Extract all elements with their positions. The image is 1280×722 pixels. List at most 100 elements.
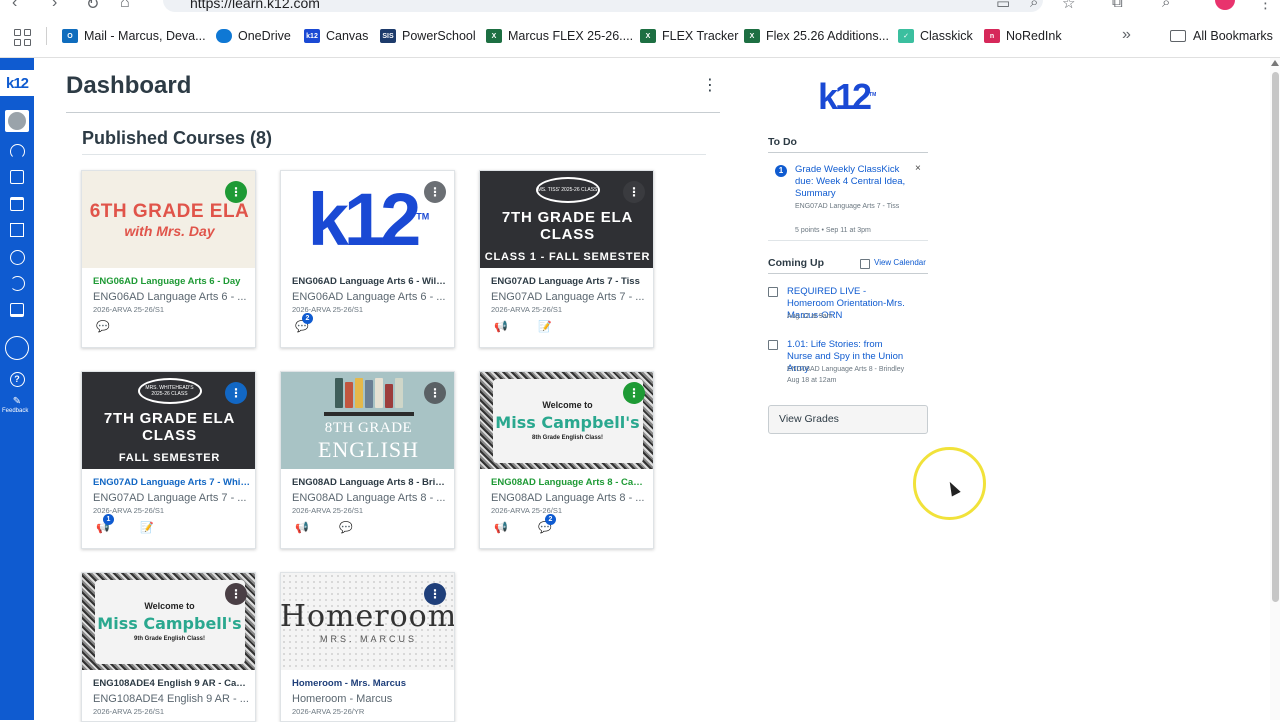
back-icon[interactable]: ‹ bbox=[12, 0, 17, 12]
scroll-up-arrow-icon[interactable] bbox=[1271, 60, 1279, 66]
card-menu-icon[interactable]: ⋮ bbox=[424, 583, 446, 605]
announcement-icon[interactable]: 📢 bbox=[295, 522, 309, 534]
card-menu-icon[interactable]: ⋮ bbox=[424, 181, 446, 203]
course-card-term: 2026-ARVA 25-26/S1 bbox=[93, 506, 165, 515]
view-calendar-link[interactable]: View Calendar bbox=[874, 258, 926, 267]
bookmark-noredink[interactable]: n NoRedInk bbox=[984, 27, 1062, 45]
url-text[interactable]: https://learn.k12.com bbox=[190, 0, 320, 11]
course-card[interactable]: MS. TISS' 2025-26 CLASS 7TH GRADE ELA CL… bbox=[479, 170, 654, 348]
inbox-icon[interactable] bbox=[5, 219, 29, 241]
help-icon[interactable]: ? bbox=[5, 368, 29, 390]
dashboard-options-icon[interactable]: ⋮ bbox=[702, 78, 718, 94]
course-card-title[interactable]: ENG108ADE4 English 9 AR - Cam... bbox=[93, 678, 251, 689]
todo-item-link[interactable]: Grade Weekly ClassKick due: Week 4 Centr… bbox=[795, 164, 917, 200]
zoom-icon[interactable]: ⌕ bbox=[1030, 0, 1038, 11]
bookmark-flex-additions[interactable]: X Flex 25.26 Additions... bbox=[744, 27, 889, 45]
k12-logo[interactable]: k12 bbox=[0, 70, 34, 96]
course-card-title[interactable]: Homeroom - Mrs. Marcus bbox=[292, 678, 450, 689]
bookmarks-bar: O Mail - Marcus, Deva... OneDrive k12 Ca… bbox=[0, 14, 1280, 58]
bookmark-classkick[interactable]: ✓ Classkick bbox=[898, 27, 973, 45]
noredink-icon: n bbox=[984, 29, 1000, 43]
scrollbar-thumb[interactable] bbox=[1272, 72, 1279, 602]
course-card[interactable]: Welcome to Miss Campbell's 8th Grade Eng… bbox=[479, 371, 654, 549]
hero-heading: k12 bbox=[307, 177, 421, 261]
announcement-icon[interactable]: 📢 bbox=[494, 522, 508, 534]
course-card[interactable]: Homeroom MRS. MARCUS ⋮ Homeroom - Mrs. M… bbox=[280, 572, 455, 722]
classkick-icon: ✓ bbox=[898, 29, 914, 43]
course-card-title[interactable]: ENG06AD Language Arts 6 - Wilson bbox=[292, 276, 450, 287]
assignment-icon[interactable]: 📝 bbox=[538, 321, 552, 333]
bookmark-marcus-flex[interactable]: X Marcus FLEX 25-26.... bbox=[486, 27, 633, 45]
profile-avatar[interactable] bbox=[1215, 0, 1235, 10]
discussion-icon[interactable]: 💬 bbox=[339, 522, 353, 534]
hero-oval: MS. TISS' 2025-26 CLASS bbox=[535, 176, 600, 203]
course-card[interactable]: k12TM ⋮ ENG06AD Language Arts 6 - Wilson… bbox=[280, 170, 455, 348]
onedrive-icon bbox=[216, 29, 232, 43]
course-card-title[interactable]: ENG07AD Language Arts 7 - Whit... bbox=[93, 477, 251, 488]
card-menu-icon[interactable]: ⋮ bbox=[225, 583, 247, 605]
reload-icon[interactable]: ↻ bbox=[86, 0, 99, 14]
extensions-icon[interactable]: ⧉ bbox=[1112, 0, 1123, 11]
all-bookmarks[interactable]: All Bookmarks bbox=[1193, 27, 1273, 45]
unread-badge: 2 bbox=[302, 313, 313, 324]
k12-brand-logo: k12TM bbox=[818, 76, 877, 117]
course-card[interactable]: MRS. WHITEHEAD'S 2025-26 CLASS 7TH GRADE… bbox=[81, 371, 256, 549]
account-avatar[interactable] bbox=[5, 110, 29, 132]
studio-icon[interactable] bbox=[5, 272, 29, 294]
dashboard-icon[interactable] bbox=[5, 140, 29, 162]
card-menu-icon[interactable]: ⋮ bbox=[424, 382, 446, 404]
forward-icon[interactable]: › bbox=[52, 0, 57, 12]
bookmark-powerschool[interactable]: SIS PowerSchool bbox=[380, 27, 476, 45]
feedback-label[interactable]: Feedback bbox=[2, 408, 28, 414]
bookmark-mail[interactable]: O Mail - Marcus, Deva... bbox=[62, 27, 206, 45]
course-card[interactable]: Welcome to Miss Campbell's 9th Grade Eng… bbox=[81, 572, 256, 722]
discussion-icon[interactable]: 💬 2 bbox=[538, 514, 556, 534]
menu-icon[interactable]: ⋮ bbox=[1258, 0, 1273, 12]
commons-icon[interactable] bbox=[5, 299, 29, 321]
cast-icon[interactable]: ▭ bbox=[996, 0, 1010, 12]
star-icon[interactable]: ☆ bbox=[1062, 0, 1075, 12]
course-card-title[interactable]: ENG06AD Language Arts 6 - Day bbox=[93, 276, 251, 287]
hero-heading: Miss Campbell's bbox=[97, 614, 242, 633]
coming-up-item-course: ENG08AD Language Arts 8 - Brindley bbox=[787, 366, 905, 373]
course-card-title[interactable]: ENG08AD Language Arts 8 - Brind... bbox=[292, 477, 450, 488]
card-menu-icon[interactable]: ⋮ bbox=[225, 382, 247, 404]
history-icon[interactable] bbox=[5, 246, 29, 268]
todo-item-meta: 5 points • Sep 11 at 3pm bbox=[795, 227, 871, 234]
lens-icon[interactable]: ⌕ bbox=[1162, 0, 1170, 11]
course-card[interactable]: 6TH GRADE ELA with Mrs. Day ⋮ ENG06AD La… bbox=[81, 170, 256, 348]
announcement-icon[interactable]: 📢 bbox=[494, 321, 508, 333]
course-card-term: 2026-ARVA 25-26/YR bbox=[292, 707, 365, 716]
course-card-title[interactable]: ENG08AD Language Arts 8 - Cam... bbox=[491, 477, 649, 488]
courses-icon[interactable] bbox=[5, 166, 29, 188]
view-grades-button[interactable]: View Grades bbox=[768, 405, 928, 434]
bookmark-flex-tracker[interactable]: X FLEX Tracker bbox=[640, 27, 738, 45]
course-card-code: ENG08AD Language Arts 8 - ... bbox=[292, 492, 446, 504]
chevron-double-right-icon[interactable]: » bbox=[1122, 26, 1131, 44]
todo-heading: To Do bbox=[768, 136, 797, 148]
course-card-title[interactable]: ENG07AD Language Arts 7 - Tiss bbox=[491, 276, 649, 287]
home-icon[interactable]: ⌂ bbox=[120, 0, 130, 12]
calendar-icon[interactable] bbox=[860, 259, 870, 269]
hero-subheading: FALL SEMESTER bbox=[118, 451, 221, 464]
announcement-icon[interactable]: 📢 1 bbox=[96, 514, 114, 534]
unread-badge: 1 bbox=[103, 514, 114, 525]
card-menu-icon[interactable]: ⋮ bbox=[623, 382, 645, 404]
bookmark-label: Marcus FLEX 25-26.... bbox=[508, 29, 634, 43]
apps-grid-icon[interactable] bbox=[14, 29, 32, 47]
folder-icon[interactable] bbox=[1170, 30, 1186, 42]
bookmark-onedrive[interactable]: OneDrive bbox=[216, 27, 291, 45]
close-icon[interactable]: × bbox=[915, 163, 921, 174]
card-menu-icon[interactable]: ⋮ bbox=[623, 181, 645, 203]
globe-icon[interactable] bbox=[3, 334, 31, 362]
course-card[interactable]: 8TH GRADE ENGLISH ⋮ ENG08AD Language Art… bbox=[280, 371, 455, 549]
course-card-code: Homeroom - Marcus bbox=[292, 693, 393, 705]
calendar-icon[interactable] bbox=[5, 193, 29, 215]
course-card-term: 2026-ARVA 25-26/S1 bbox=[93, 305, 165, 314]
assignment-icon[interactable]: 📝 bbox=[140, 522, 154, 534]
global-navigation: k12 ? ✎ Feedback bbox=[0, 58, 34, 720]
card-menu-icon[interactable]: ⋮ bbox=[225, 181, 247, 203]
discussion-icon[interactable]: 💬 2 bbox=[295, 313, 313, 333]
discussion-icon[interactable]: 💬 bbox=[96, 321, 110, 333]
bookmark-canvas[interactable]: k12 Canvas bbox=[304, 27, 368, 45]
